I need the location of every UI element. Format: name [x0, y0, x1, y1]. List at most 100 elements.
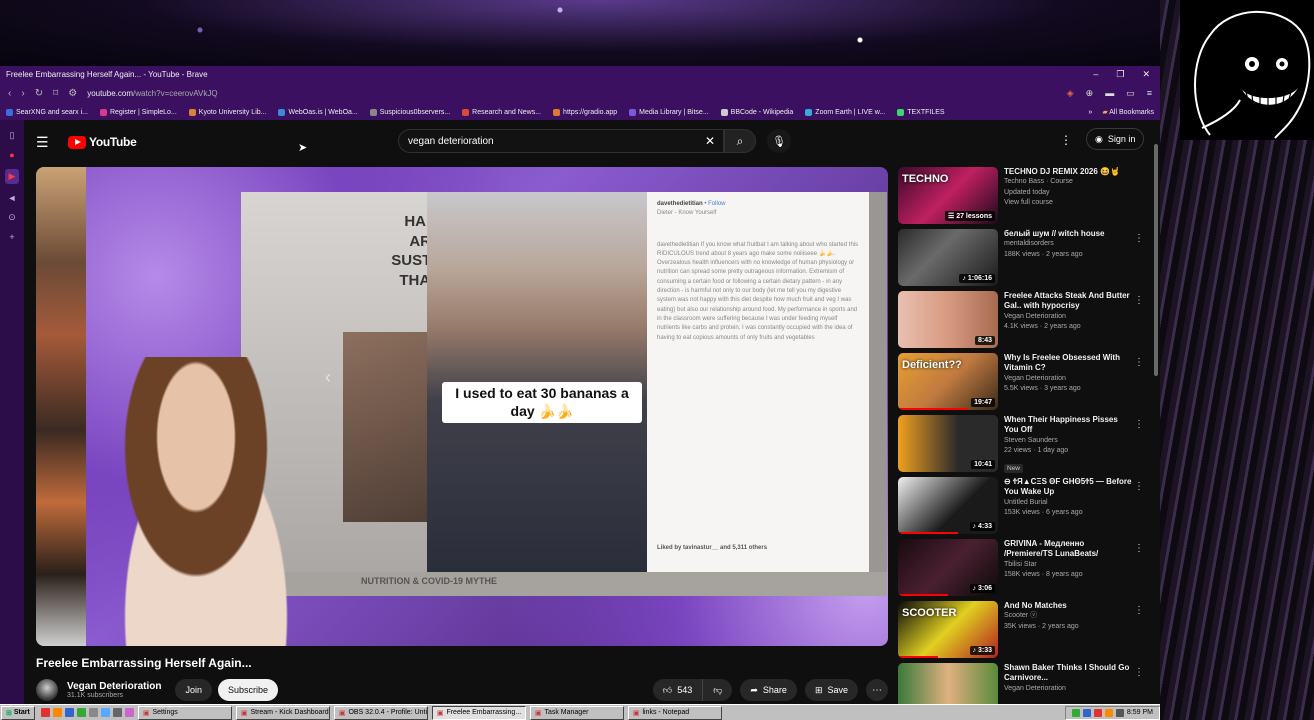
recommendation-item[interactable]: SCOOTER ♪ 3:33 And No Matches Scooter ⓥ 35K … [898, 601, 1160, 663]
recommendation-thumbnail[interactable]: ♪ 3:06 [898, 539, 998, 596]
quicklaunch-app-icon[interactable] [124, 708, 134, 717]
close-icon[interactable]: ✕ [1142, 69, 1150, 80]
quicklaunch-app-icon[interactable] [52, 708, 62, 717]
tray-icon[interactable] [1093, 708, 1102, 717]
recommendation-channel[interactable]: Steven Saunders [1004, 436, 1134, 447]
vpn-icon[interactable]: ▬ [1105, 88, 1114, 99]
recommendation-channel[interactable]: mentaldisorders [1004, 239, 1134, 250]
recommendation-title[interactable]: GRIVINA - Медленно /Premiere/TS LunaBeat… [1004, 539, 1134, 560]
quicklaunch-app-icon[interactable] [64, 708, 74, 717]
browser-menu-icon[interactable]: ≡ [1147, 88, 1152, 99]
address-bar[interactable]: youtube.com/watch?v=ceerovAVkJQ [87, 89, 1057, 98]
channel-name[interactable]: Vegan Deterioration [67, 681, 161, 692]
tray-icon[interactable] [1082, 708, 1091, 717]
quicklaunch-app-icon[interactable] [40, 708, 50, 717]
taskbar-task-button[interactable]: ▣ OBS 32.0.4 - Profile: Untitl... [333, 705, 428, 720]
bookmark-item[interactable]: Media Library | Bitse... [629, 108, 709, 116]
view-full-course-link[interactable]: View full course [1004, 198, 1134, 209]
reload-icon[interactable]: ↻ [35, 88, 43, 99]
recommendation-item[interactable]: Deficient?? 19:47 Why Is Freelee Obsessed … [898, 353, 1160, 415]
recommendation-more-icon[interactable]: ⋮ [1134, 667, 1144, 678]
recommendation-channel[interactable]: Untitled Burial [1004, 498, 1134, 509]
recommendation-item[interactable]: Shawn Baker Thinks I Should Go Carnivore… [898, 663, 1160, 704]
recommendation-more-icon[interactable]: ⋮ [1134, 357, 1144, 368]
dislike-button[interactable]: 👎︎ [703, 679, 732, 701]
recommendation-thumbnail[interactable]: TECHNO ☰ 27 lessons [898, 167, 998, 224]
subscribe-button[interactable]: Subscribe [217, 679, 279, 701]
all-bookmarks-folder[interactable]: ▰ All Bookmarks [1102, 108, 1154, 116]
recommendation-channel[interactable]: Scooter ⓥ [1004, 611, 1134, 622]
add-sidebar-icon[interactable]: + [9, 232, 14, 242]
recommendation-title[interactable]: ⊖ ϮЯ▲CΞS ΘF GHΘ5Ϯ5 — Before You Wake Up [1004, 477, 1134, 498]
bookmark-item[interactable]: TEXTFILES [897, 108, 945, 116]
taskbar-task-button[interactable]: ▣ Task Manager [529, 705, 624, 720]
recommendation-thumbnail[interactable]: 10:41 [898, 415, 998, 472]
bookmark-item[interactable]: SearXNG and searx i... [6, 108, 88, 116]
taskbar-task-button[interactable]: ▣ Settings [137, 705, 232, 720]
speaker-sidebar-icon[interactable]: ◄ [8, 193, 17, 203]
minimize-icon[interactable]: – [1093, 69, 1098, 80]
recommendation-title[interactable]: And No Matches [1004, 601, 1134, 611]
volume-icon[interactable] [1115, 708, 1124, 717]
bookmark-item[interactable]: WebOas.is | WebOa... [278, 108, 358, 116]
recommendation-channel[interactable]: Vegan Deterioration [1004, 312, 1134, 323]
recommendation-title[interactable]: белый шум // witch house [1004, 229, 1134, 239]
recommendation-thumbnail[interactable]: ♪ 1:06:16 [898, 229, 998, 286]
brave-shield-icon[interactable]: ◈ [1067, 88, 1074, 99]
maximize-icon[interactable]: ❐ [1116, 69, 1124, 80]
recommendation-thumbnail[interactable] [898, 663, 998, 704]
recommendation-more-icon[interactable]: ⋮ [1134, 481, 1144, 492]
save-button[interactable]: ⊞ Save [804, 679, 858, 701]
settings-sidebar-icon[interactable]: ⊙ [8, 212, 16, 223]
recommendation-more-icon[interactable]: ⋮ [1134, 543, 1144, 554]
quicklaunch-app-icon[interactable] [112, 708, 122, 717]
channel-avatar[interactable] [36, 679, 58, 701]
share-button[interactable]: ➦ Share [740, 679, 797, 701]
scrollbar-thumb[interactable] [1154, 144, 1158, 376]
join-button[interactable]: Join [175, 679, 212, 701]
video-player[interactable]: HABI ARE SUSTA THAN I used to eat 30 ban… [36, 167, 888, 646]
bookmark-item[interactable]: Suspicious0bservers... [369, 108, 450, 116]
voice-search-button[interactable]: 🎙 [767, 129, 791, 153]
youtube-sidebar-icon[interactable]: ● [9, 150, 14, 160]
recommendation-item[interactable]: 8:43 Freelee Attacks Steak And Butter Gal… [898, 291, 1160, 353]
tray-icon[interactable] [1104, 708, 1113, 717]
recommendation-channel[interactable]: Techno Bass · Course [1004, 177, 1134, 188]
recommendation-more-icon[interactable]: ⋮ [1134, 295, 1144, 306]
recommendation-more-icon[interactable]: ⋮ [1134, 233, 1144, 244]
quicklaunch-app-icon[interactable] [100, 708, 110, 717]
bookmarks-overflow-icon[interactable]: » [1088, 109, 1092, 116]
site-info-icon[interactable]: ⚙ [68, 88, 77, 99]
bookmark-item[interactable]: Kyoto University Lib... [188, 108, 266, 116]
recommendation-thumbnail[interactable]: 8:43 [898, 291, 998, 348]
recommendation-title[interactable]: Shawn Baker Thinks I Should Go Carnivore… [1004, 663, 1134, 684]
bookmark-item[interactable]: Register | SimpleLo... [99, 108, 177, 116]
recommendation-more-icon[interactable]: ⋮ [1134, 605, 1144, 616]
recommendation-thumbnail[interactable]: SCOOTER ♪ 3:33 [898, 601, 998, 658]
recommendation-thumbnail[interactable]: Deficient?? 19:47 [898, 353, 998, 410]
recommendation-more-icon[interactable]: ⋮ [1134, 419, 1144, 430]
sidebar-toggle-icon[interactable]: ▯ [10, 130, 15, 141]
recommendation-title[interactable]: When Their Happiness Pisses You Off [1004, 415, 1134, 436]
recommendation-title[interactable]: TECHNO DJ REMIX 2026 😆🤘 [1004, 167, 1134, 177]
forward-icon[interactable]: › [21, 88, 24, 99]
recommendation-item[interactable]: ♪ 3:06 GRIVINA - Медленно /Premiere/TS Lu… [898, 539, 1160, 601]
recommendation-title[interactable]: Why Is Freelee Obsessed With Vitamin C? [1004, 353, 1134, 374]
youtube-logo[interactable]: YouTube [68, 135, 137, 149]
taskbar-task-button[interactable]: ▣ Freelee Embarrassing... [431, 705, 526, 720]
sign-in-button[interactable]: ◉ Sign in [1086, 128, 1145, 150]
bookmark-icon[interactable]: ⌑ [53, 88, 58, 99]
taskbar-task-button[interactable]: ▣ Stream - Kick Dashboard ... [235, 705, 330, 720]
start-button[interactable]: ⊞ Start [1, 705, 35, 720]
sidebar-active-app-icon[interactable]: ▶ [4, 169, 20, 184]
clear-search-icon[interactable]: ✕ [705, 134, 715, 148]
bookmark-item[interactable]: Research and News... [462, 108, 541, 116]
clock[interactable]: 8:59 PM [1127, 709, 1153, 716]
quicklaunch-app-icon[interactable] [88, 708, 98, 717]
search-input[interactable]: vegan deterioration ✕ [398, 129, 724, 153]
recommendation-item[interactable]: ♪ 1:06:16 белый шум // witch house mentald… [898, 229, 1160, 291]
quicklaunch-app-icon[interactable] [76, 708, 86, 717]
recommendation-thumbnail[interactable]: ♪ 4:33 [898, 477, 998, 534]
wallet-icon[interactable]: ▭ [1126, 88, 1135, 99]
bookmark-item[interactable]: BBCode - Wikipedia [720, 108, 793, 116]
